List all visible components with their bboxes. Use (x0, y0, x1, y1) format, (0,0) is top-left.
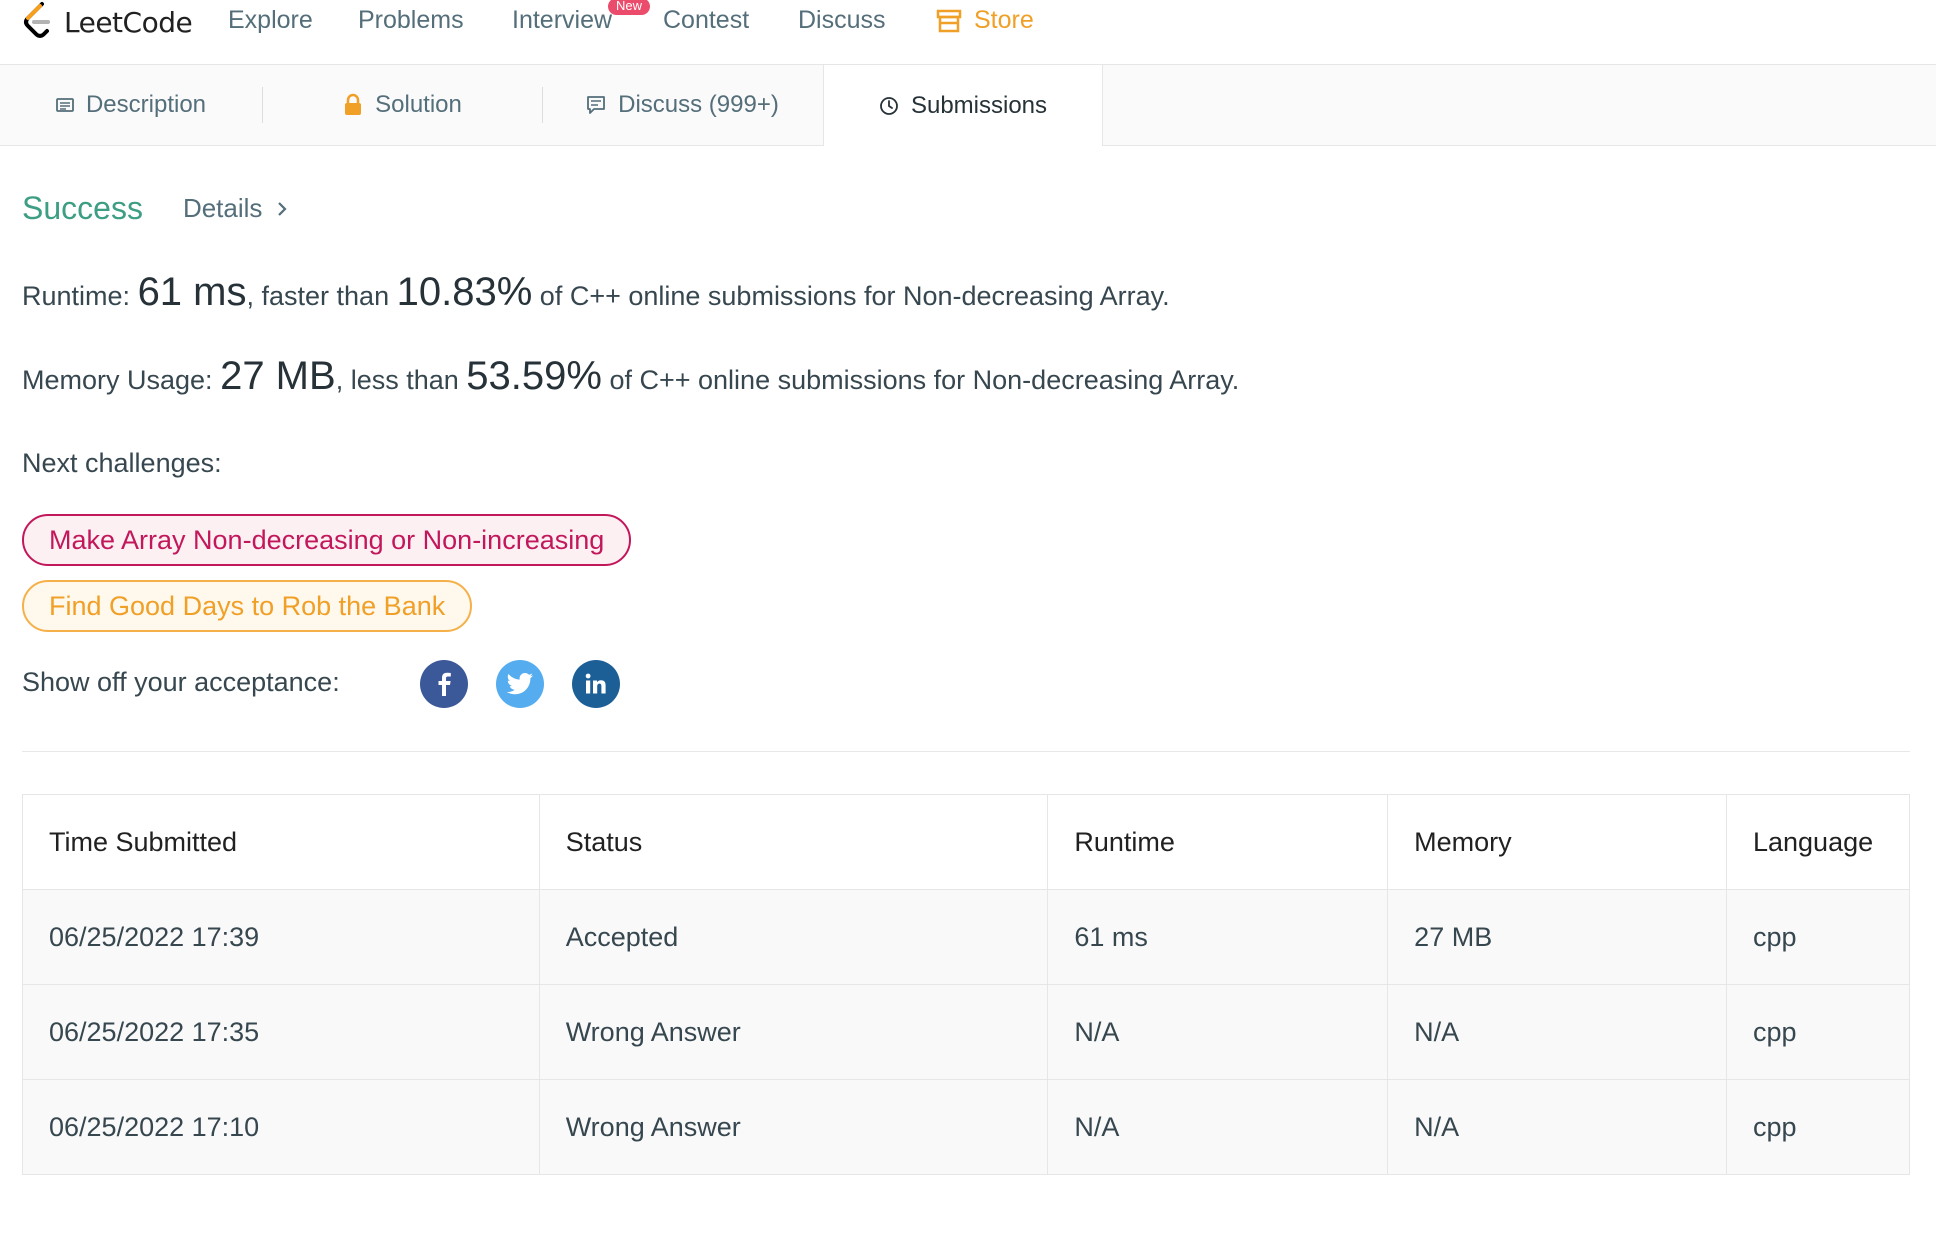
new-badge: New (608, 0, 651, 15)
facebook-icon (438, 672, 451, 696)
nav-discuss[interactable]: Discuss (798, 6, 886, 35)
time-cell: 06/25/2022 17:35 (22, 984, 540, 1080)
memory-percent: 53.59% (466, 354, 602, 398)
result-status: Success (22, 190, 143, 226)
column-header: Time Submitted (22, 794, 540, 890)
next-challenge-link[interactable]: Find Good Days to Rob the Bank (22, 580, 473, 632)
leetcode-logo[interactable]: LeetCode (20, 0, 193, 44)
runtime-percent: 10.83% (396, 270, 533, 314)
runtime-value: 61 ms (137, 270, 247, 314)
chevron-right-icon (278, 201, 287, 216)
tab-description-label: Description (85, 91, 207, 118)
runtime-suffix: of C++ online submissions for Non-decrea… (539, 281, 1170, 311)
top-navigation: LeetCode Explore Problems Interview New … (0, 0, 1936, 65)
share-label: Show off your acceptance: (22, 667, 340, 697)
runtime-mid: , faster than (246, 281, 390, 311)
runtime-cell: N/A (1047, 984, 1389, 1080)
table-row: 06/25/2022 17:10 Wrong Answer N/A N/A cp… (22, 1079, 1911, 1175)
memory-cell: N/A (1387, 1079, 1727, 1175)
language-cell: cpp (1725, 889, 1911, 985)
status-link[interactable]: Wrong Answer (538, 984, 1049, 1080)
column-header: Language (1725, 794, 1911, 890)
memory-cell: 27 MB (1387, 889, 1727, 985)
clock-icon (880, 96, 898, 115)
details-label: Details (182, 193, 263, 223)
memory-value: 27 MB (220, 354, 336, 398)
nav-interview[interactable]: Interview New (512, 0, 651, 35)
nav-store-label: Store (974, 6, 1034, 34)
nav-problems[interactable]: Problems (358, 6, 464, 35)
leetcode-logo-icon (24, 2, 50, 38)
store-icon (936, 9, 962, 32)
nav-explore[interactable]: Explore (228, 6, 313, 35)
runtime-prefix: Runtime: (22, 281, 131, 311)
lock-icon (345, 93, 362, 115)
runtime-cell: N/A (1047, 1079, 1389, 1175)
section-divider (22, 751, 1910, 752)
result-header: Success Details (22, 190, 288, 227)
language-cell: cpp (1725, 1079, 1911, 1175)
comment-icon (587, 96, 606, 114)
table-header-row: Time Submitted Status Runtime Memory Lan… (22, 794, 1911, 890)
column-header: Status (538, 794, 1049, 890)
nav-contest[interactable]: Contest (663, 6, 749, 35)
linkedin-share-button[interactable] (572, 660, 620, 708)
memory-suffix: of C++ online submissions for Non-decrea… (609, 365, 1240, 395)
nav-store[interactable]: Store (936, 6, 1034, 35)
tab-submissions-label: Submissions (910, 91, 1048, 119)
time-cell: 06/25/2022 17:10 (22, 1079, 540, 1175)
tab-solution-label: Solution (375, 91, 462, 118)
table-row: 06/25/2022 17:39 Accepted 61 ms 27 MB cp… (22, 889, 1911, 985)
submissions-table: Time Submitted Status Runtime Memory Lan… (22, 794, 1911, 1175)
memory-cell: N/A (1387, 984, 1727, 1080)
memory-prefix: Memory Usage: (22, 365, 213, 395)
next-challenge-link[interactable]: Make Array Non-decreasing or Non-increas… (22, 514, 632, 566)
runtime-cell: 61 ms (1047, 889, 1389, 985)
tab-discuss-label: Discuss (999+) (618, 91, 779, 118)
status-link[interactable]: Accepted (538, 889, 1049, 985)
memory-mid: , less than (335, 365, 459, 395)
details-link[interactable]: Details (183, 193, 288, 224)
status-link[interactable]: Wrong Answer (538, 1079, 1049, 1175)
time-cell: 06/25/2022 17:39 (22, 889, 540, 985)
problem-tabs: Description Solution Discuss (999+) Subm… (0, 65, 1936, 146)
description-icon (56, 98, 74, 112)
memory-stat: Memory Usage: 27 MB, less than 53.59% of… (22, 354, 1239, 399)
column-header: Memory (1387, 794, 1727, 890)
twitter-share-button[interactable] (496, 660, 544, 708)
linkedin-icon (585, 673, 606, 694)
twitter-icon (506, 673, 533, 695)
language-cell: cpp (1725, 984, 1911, 1080)
facebook-share-button[interactable] (420, 660, 468, 708)
column-header: Runtime (1047, 794, 1389, 890)
nav-interview-label: Interview (512, 6, 613, 34)
tab-submissions[interactable]: Submissions (823, 65, 1103, 146)
tab-discuss[interactable]: Discuss (999+) (543, 65, 822, 145)
tab-description[interactable]: Description (0, 65, 262, 145)
table-row: 06/25/2022 17:35 Wrong Answer N/A N/A cp… (22, 984, 1911, 1080)
runtime-stat: Runtime: 61 ms, faster than 10.83% of C+… (22, 270, 1170, 315)
brand-name: LeetCode (64, 5, 193, 39)
next-challenges-label: Next challenges: (22, 448, 222, 478)
tab-solution[interactable]: Solution (263, 65, 542, 145)
